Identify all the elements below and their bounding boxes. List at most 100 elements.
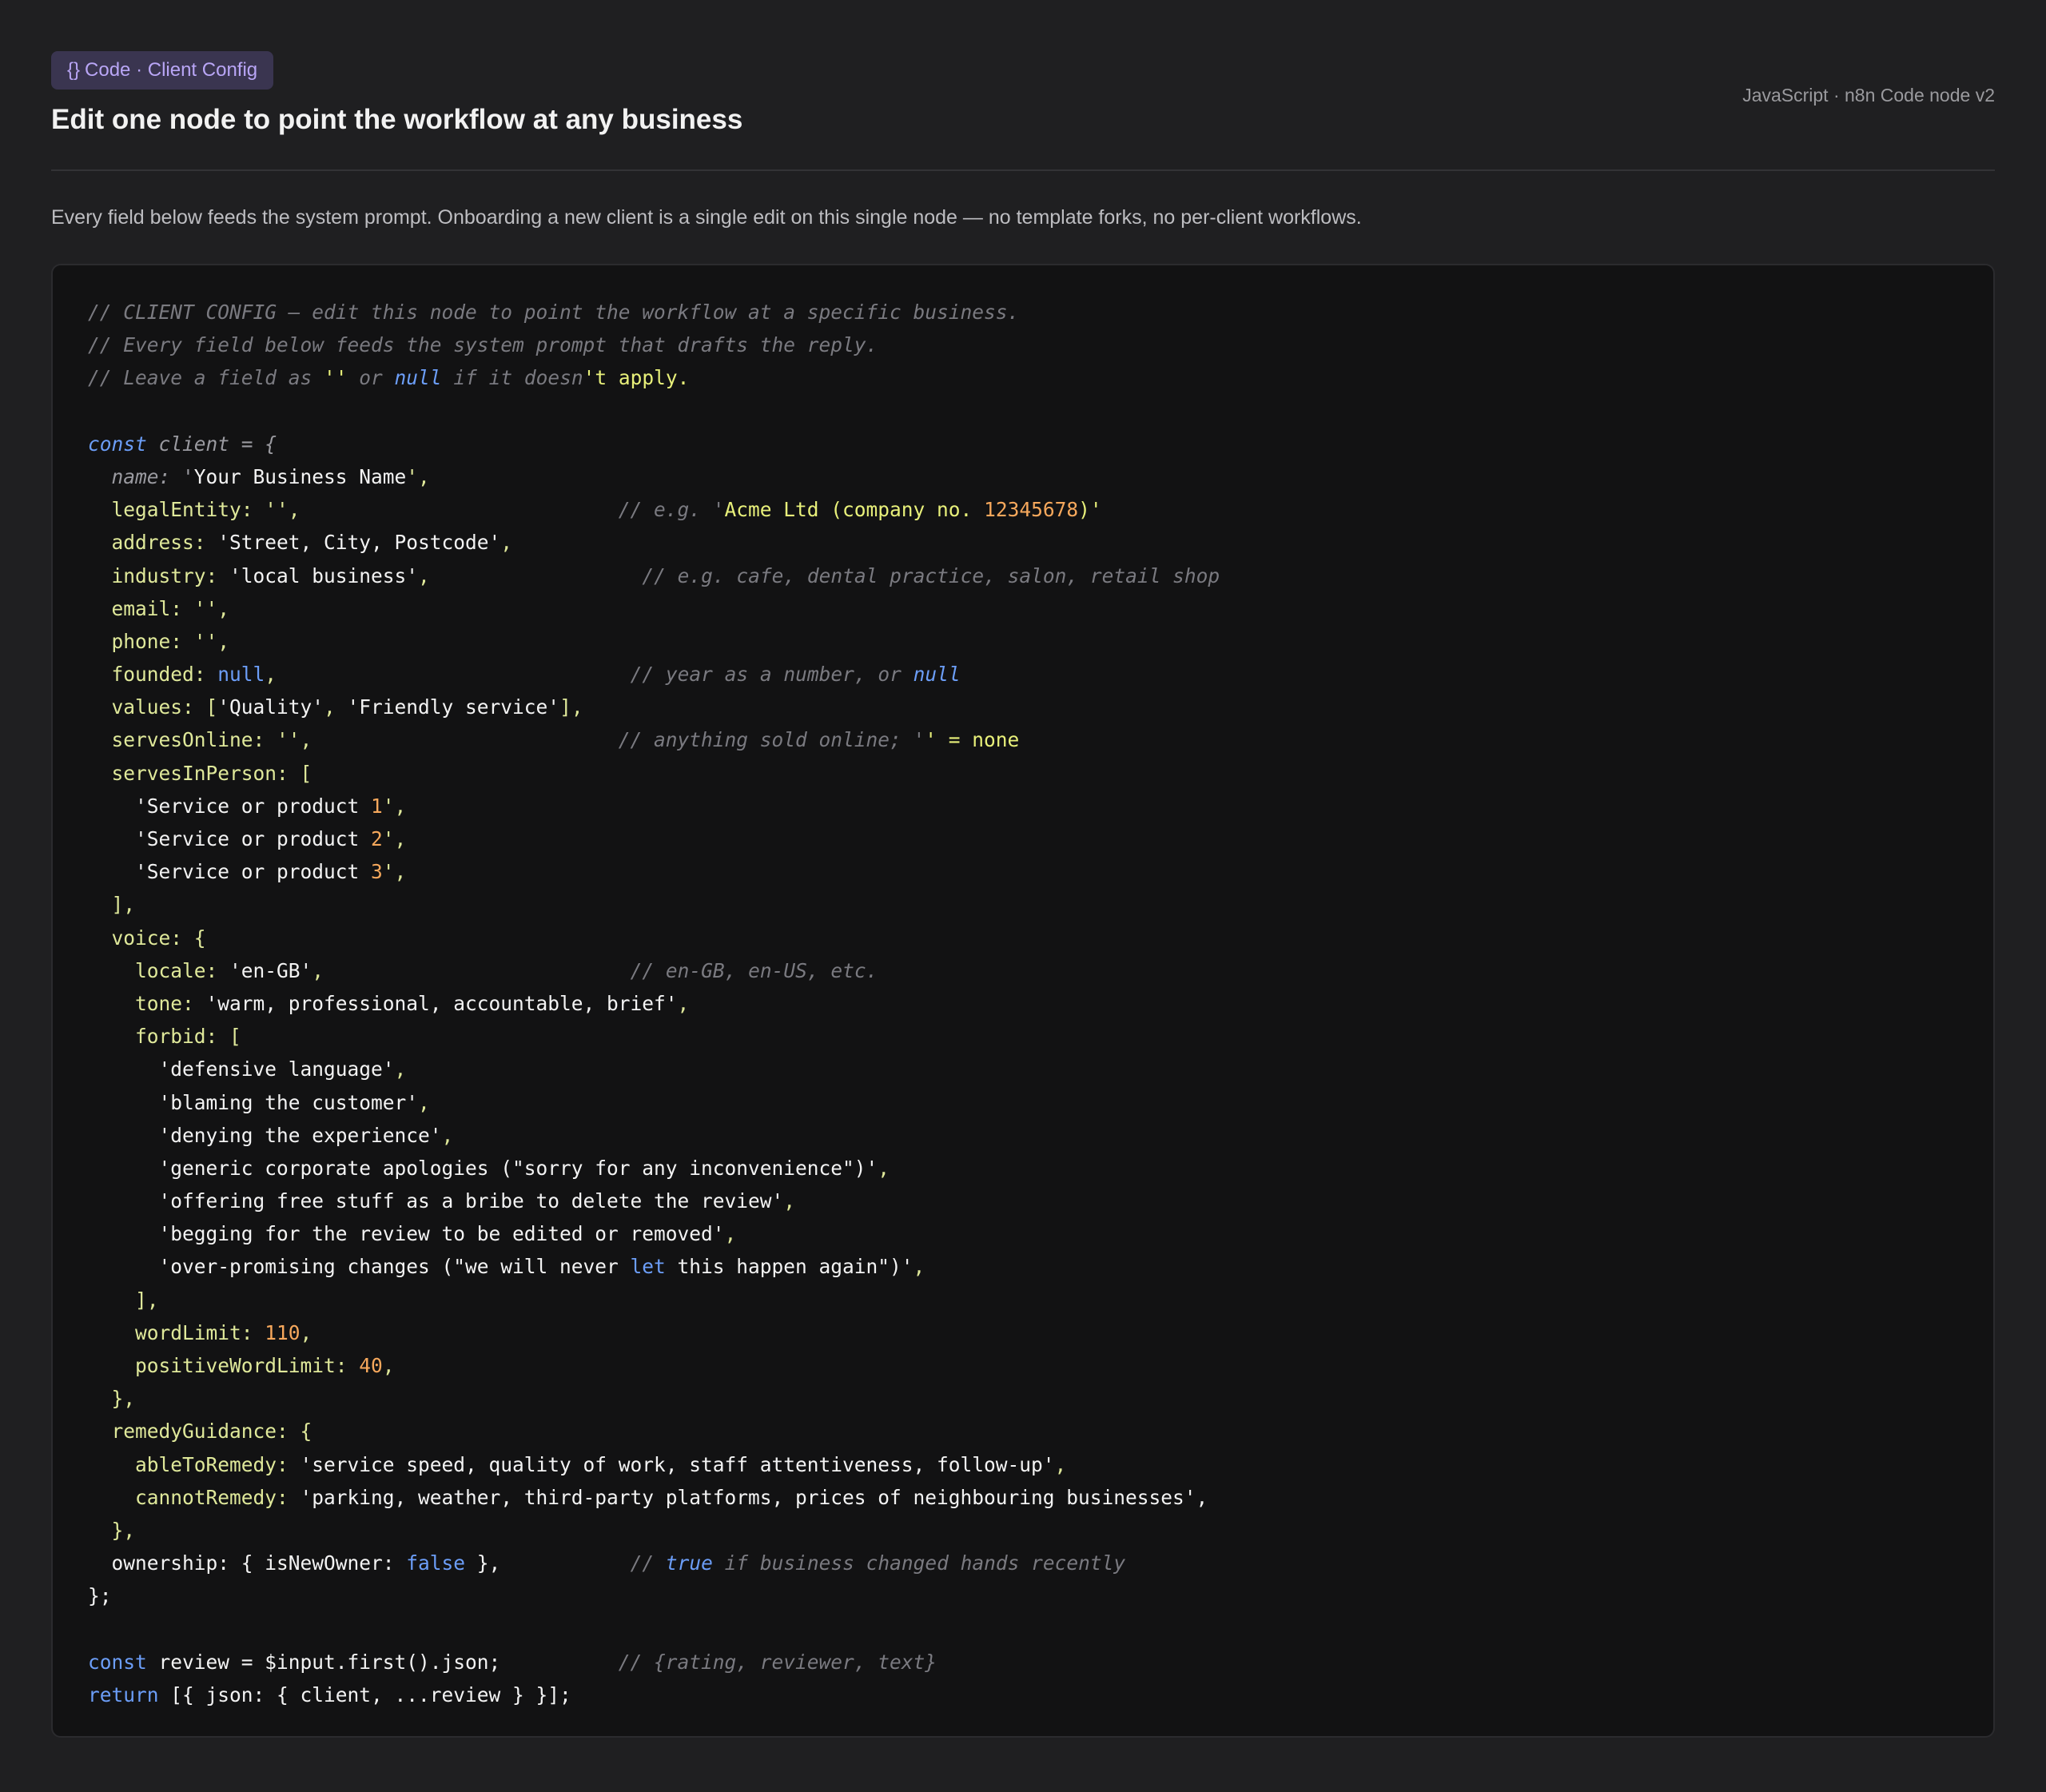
code-token: 1 bbox=[371, 794, 383, 818]
code-token: }, bbox=[88, 1518, 136, 1542]
code-token: // Every field below feeds the system pr… bbox=[88, 333, 878, 357]
page-header: {} Code · Client Config Edit one node to… bbox=[51, 51, 1995, 171]
code-token: 't apply. bbox=[583, 366, 690, 390]
code-token: if it doesn bbox=[441, 366, 583, 390]
code-token: 'Service or product bbox=[88, 827, 372, 850]
code-token: [{ json: { client, ...review } }]; bbox=[158, 1682, 571, 1706]
code-token: 3 bbox=[371, 860, 383, 884]
code-token: // Leave a field as bbox=[88, 366, 324, 390]
code-line: 'offering free stuff as a bribe to delet… bbox=[88, 1185, 1220, 1217]
code-line: forbid: [ bbox=[88, 1020, 1220, 1053]
code-token: , bbox=[878, 1156, 890, 1180]
code-token: // CLIENT CONFIG — edit this node to poi… bbox=[88, 301, 1020, 324]
code-token: servesOnline: '', bbox=[88, 728, 312, 752]
code-token: if business changed hands recently bbox=[712, 1551, 1126, 1575]
code-token: )' bbox=[1078, 498, 1102, 522]
code-line: const client = { bbox=[88, 428, 1220, 460]
code-token: const bbox=[88, 1650, 147, 1674]
code-line: // Leave a field as '' or null if it doe… bbox=[88, 361, 1220, 394]
code-block[interactable]: // CLIENT CONFIG — edit this node to poi… bbox=[51, 264, 1995, 1738]
code-token: 'local business' bbox=[229, 563, 419, 587]
code-token: servesInPerson: [ bbox=[88, 761, 312, 785]
code-token: 'Street, City, Postcode' bbox=[217, 531, 501, 555]
code-token: , bbox=[1054, 1452, 1067, 1476]
code-token: review = $input.first().json; bbox=[146, 1650, 501, 1674]
code-token: ', bbox=[406, 464, 430, 488]
code-line: name: 'Your Business Name', bbox=[88, 460, 1220, 493]
code-token: const bbox=[88, 432, 147, 456]
code-line: 'over-promising changes ("we will never … bbox=[88, 1250, 1220, 1283]
code-token: ', bbox=[382, 794, 407, 818]
code-token: , bbox=[500, 531, 513, 555]
code-line: 'denying the experience', bbox=[88, 1119, 1220, 1152]
code-line: founded: null, // year as a number, or n… bbox=[88, 658, 1220, 691]
code-token: // en-GB, en-US, etc. bbox=[630, 958, 878, 982]
code-token: 'Friendly service' bbox=[347, 695, 560, 719]
code-token: , bbox=[300, 1320, 312, 1344]
code-content[interactable]: // CLIENT CONFIG — edit this node to poi… bbox=[88, 296, 1220, 1711]
code-token: 'blaming the customer' bbox=[88, 1090, 419, 1114]
code-line: const review = $input.first().json; // {… bbox=[88, 1646, 1220, 1679]
code-line: wordLimit: 110, bbox=[88, 1316, 1220, 1349]
code-token: , bbox=[418, 1090, 430, 1114]
code-token: , bbox=[441, 1123, 454, 1147]
code-token: 'defensive language' bbox=[88, 1057, 395, 1081]
code-line: industry: 'local business', // e.g. cafe… bbox=[88, 560, 1220, 592]
code-token: 'en-GB' bbox=[229, 958, 312, 982]
code-line: ], bbox=[88, 888, 1220, 921]
code-token: , bbox=[913, 1255, 925, 1279]
code-line: positiveWordLimit: 40, bbox=[88, 1349, 1220, 1382]
code-line: phone: '', bbox=[88, 625, 1220, 658]
code-token: legalEntity: '', bbox=[88, 498, 301, 522]
code-token: '' bbox=[324, 366, 348, 390]
code-line: // CLIENT CONFIG — edit this node to poi… bbox=[88, 296, 1220, 329]
code-token: cannotRemedy: bbox=[88, 1485, 301, 1509]
code-token: // bbox=[630, 1551, 666, 1575]
code-token: ableToRemedy: bbox=[88, 1452, 301, 1476]
code-token: name: ' bbox=[88, 464, 194, 488]
code-token: true bbox=[665, 1551, 713, 1575]
code-token: null bbox=[913, 663, 961, 687]
code-token: forbid: [ bbox=[88, 1025, 241, 1049]
code-line: locale: 'en-GB', // en-GB, en-US, etc. bbox=[88, 954, 1220, 987]
code-token: , bbox=[312, 958, 324, 982]
language-meta: JavaScript · n8n Code node v2 bbox=[1742, 85, 1995, 106]
code-line: servesInPerson: [ bbox=[88, 757, 1220, 790]
node-type-badge: {} Code · Client Config bbox=[51, 51, 274, 90]
code-line: 'Service or product 3', bbox=[88, 855, 1220, 888]
code-line: 'begging for the review to be edited or … bbox=[88, 1217, 1220, 1250]
code-token: , bbox=[677, 991, 690, 1015]
code-token: , bbox=[783, 1189, 796, 1213]
code-token: ', bbox=[382, 827, 407, 850]
code-token: or bbox=[347, 366, 395, 390]
code-line: }, bbox=[88, 1382, 1220, 1415]
code-token: // e.g. ' bbox=[618, 498, 725, 522]
code-token: ownership: { isNewOwner: bbox=[88, 1551, 407, 1575]
code-line: tone: 'warm, professional, accountable, … bbox=[88, 987, 1220, 1020]
code-token: let bbox=[630, 1255, 666, 1279]
code-token: positiveWordLimit: bbox=[88, 1354, 360, 1377]
badge-label: Code · Client Config bbox=[85, 59, 258, 81]
code-token: wordLimit: bbox=[88, 1320, 265, 1344]
code-token: null bbox=[394, 366, 442, 390]
code-token: 'Quality' bbox=[217, 695, 324, 719]
code-token: founded: bbox=[88, 663, 218, 687]
code-token: , bbox=[382, 1354, 395, 1377]
code-token: ], bbox=[88, 1288, 159, 1312]
code-token: , bbox=[724, 1222, 737, 1246]
code-token: voice: { bbox=[88, 926, 206, 950]
code-token: ], bbox=[559, 695, 583, 719]
code-token: ', bbox=[382, 860, 407, 884]
code-token: , bbox=[394, 1057, 407, 1081]
code-line: // Every field below feeds the system pr… bbox=[88, 329, 1220, 361]
code-token: email: '', bbox=[88, 596, 230, 620]
code-token: // anything sold online; ' bbox=[618, 728, 925, 752]
code-line: 'generic corporate apologies ("sorry for… bbox=[88, 1152, 1220, 1185]
code-token: // e.g. cafe, dental practice, salon, re… bbox=[642, 563, 1220, 587]
